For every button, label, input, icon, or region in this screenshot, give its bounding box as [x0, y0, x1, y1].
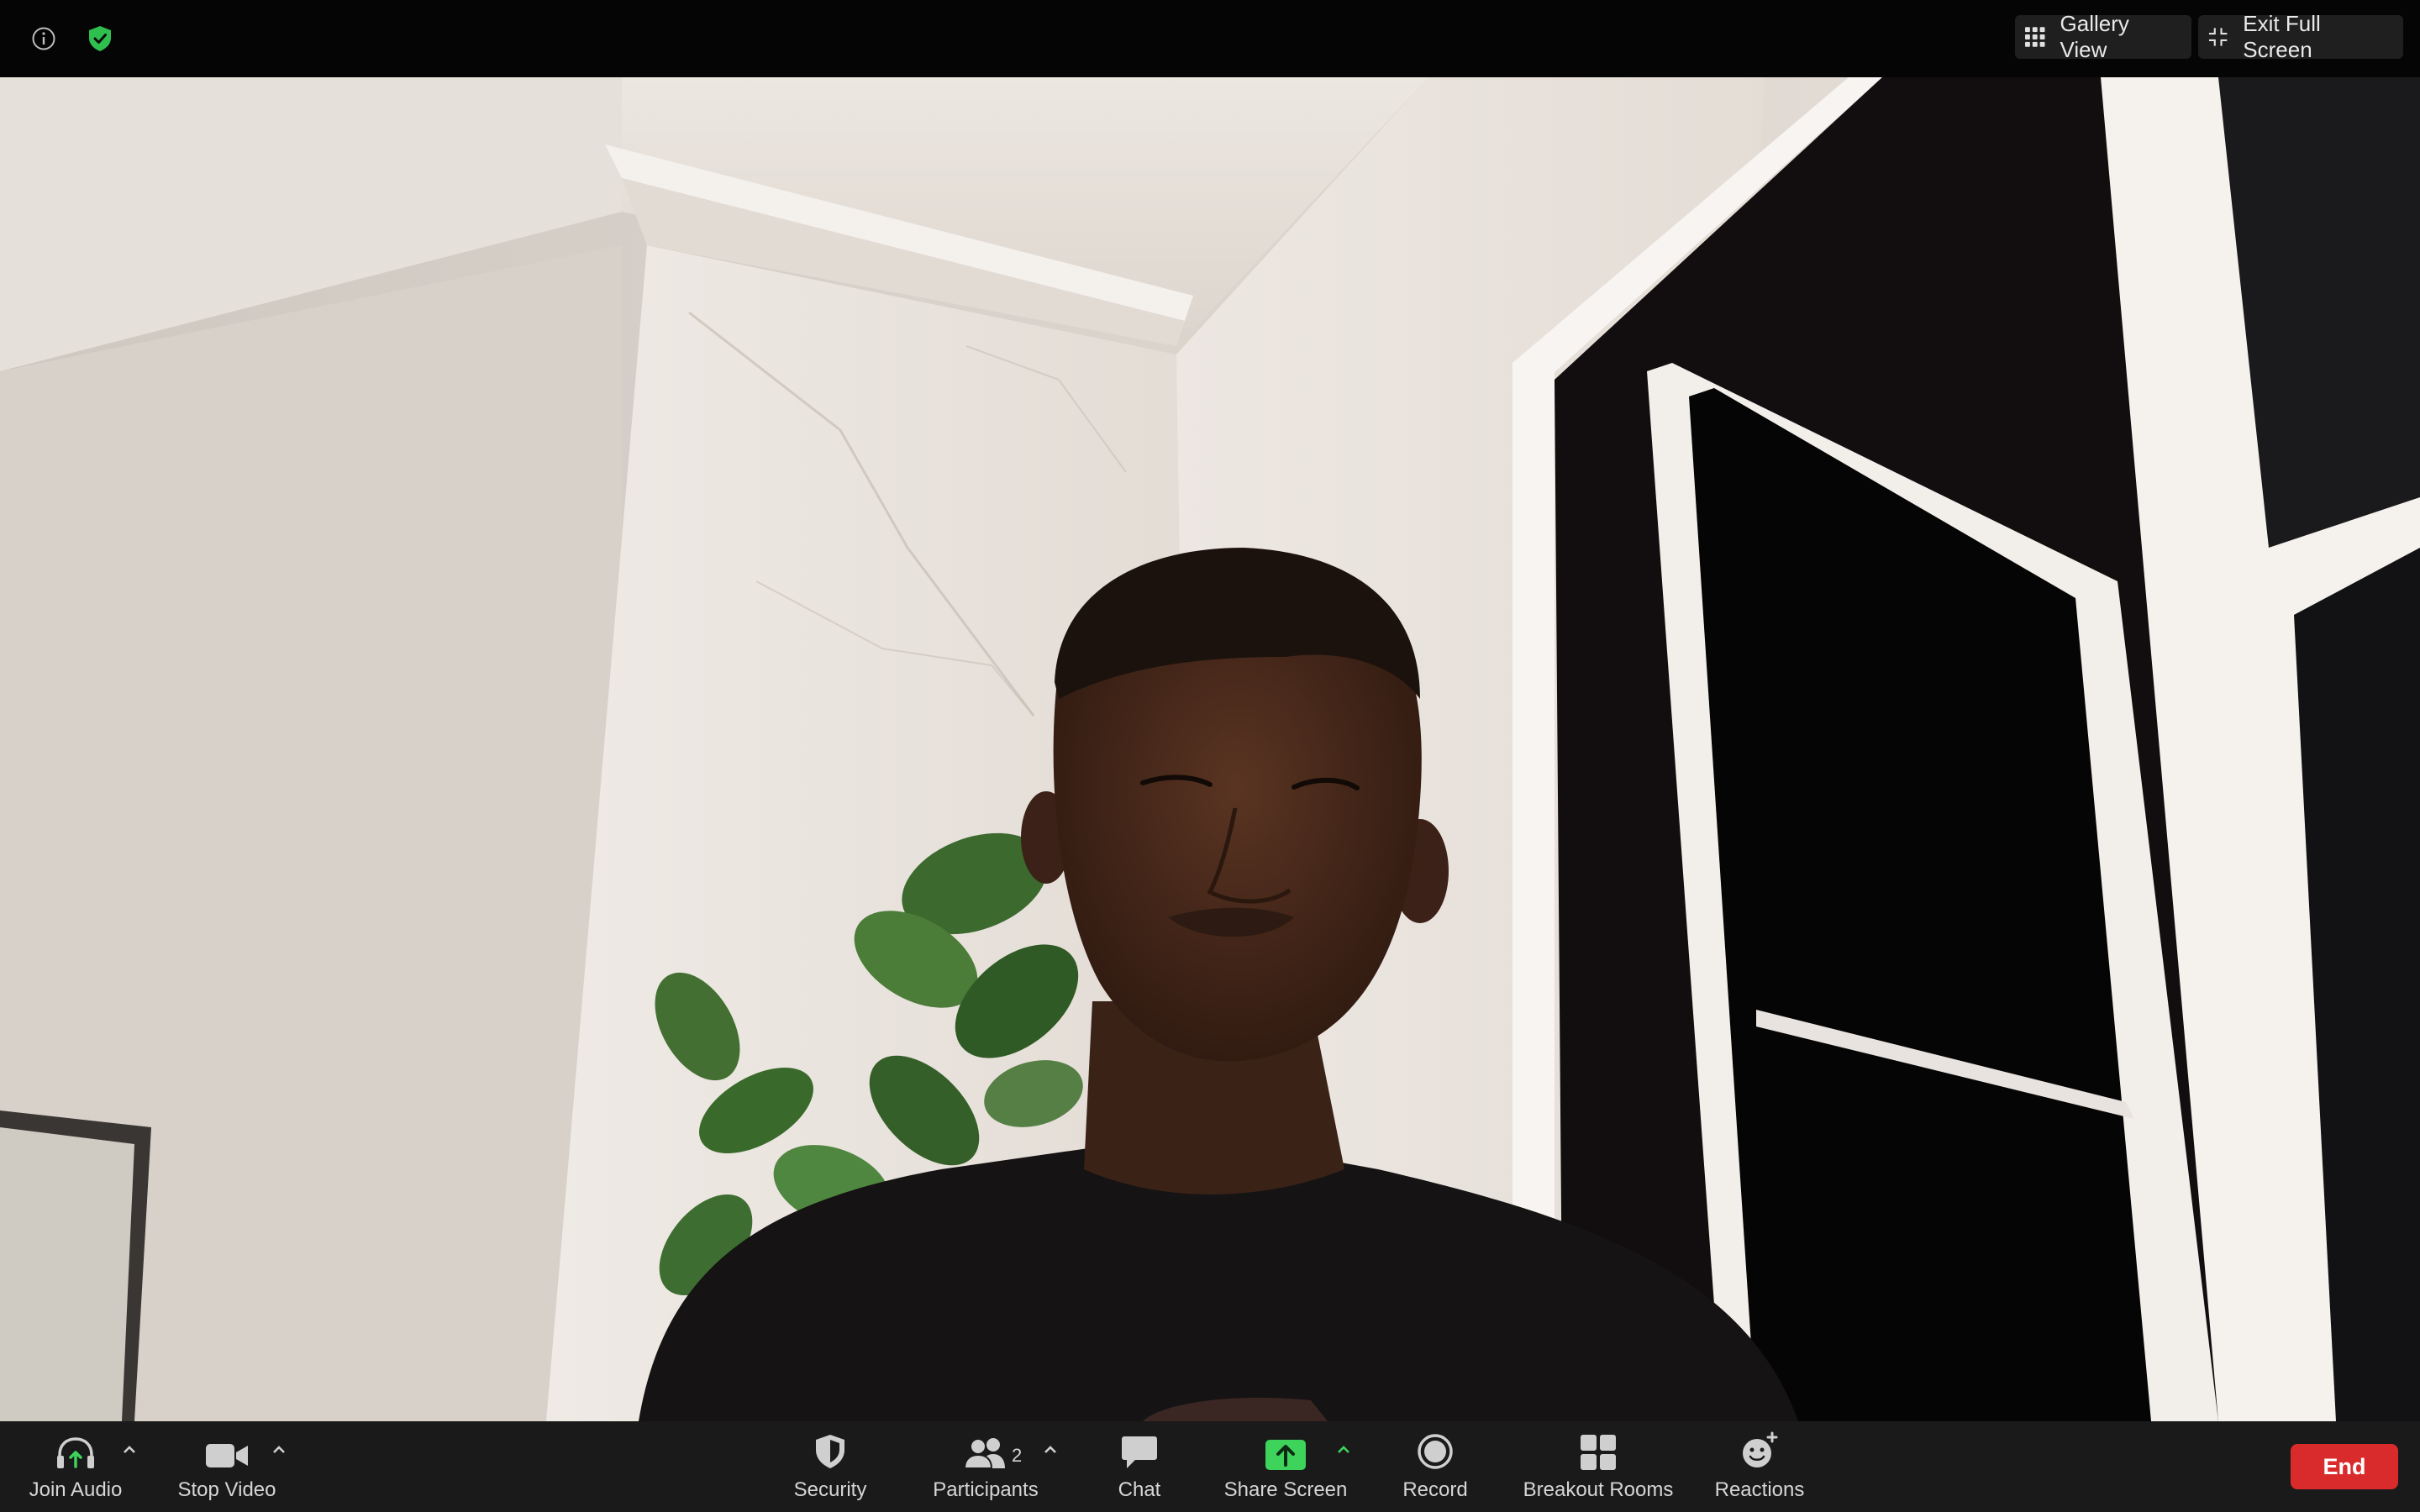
participants-label: Participants [933, 1478, 1039, 1501]
video-camera-icon [206, 1444, 248, 1467]
reactions-button[interactable]: Reactions [1712, 1421, 1807, 1512]
share-screen-options-chevron-up-icon[interactable] [1334, 1440, 1354, 1460]
participants-count-badge: 2 [1012, 1445, 1023, 1466]
participants-options-chevron-up-icon[interactable] [1040, 1440, 1060, 1460]
headphones-icon [57, 1437, 94, 1468]
join-audio-label: Join Audio [29, 1478, 123, 1501]
stop-video-button[interactable]: Stop Video [168, 1421, 286, 1512]
share-screen-label: Share Screen [1223, 1478, 1348, 1501]
record-button[interactable]: Record [1393, 1421, 1477, 1512]
participant-video-feed[interactable] [0, 77, 2420, 1421]
reactions-emoji-icon [1743, 1431, 1778, 1467]
breakout-rooms-icon [1581, 1435, 1616, 1470]
security-button[interactable]: Security [780, 1421, 881, 1512]
record-label: Record [1402, 1478, 1468, 1501]
top-bar: Gallery View Exit Full Screen [0, 0, 2420, 77]
chat-button[interactable]: Chat [1097, 1421, 1181, 1512]
exit-full-screen-button[interactable]: Exit Full Screen [2198, 11, 2403, 62]
stop-video-label: Stop Video [177, 1478, 276, 1501]
chat-bubble-icon [1122, 1436, 1157, 1468]
join-audio-button[interactable]: Join Audio [17, 1421, 134, 1512]
gallery-view-label: Gallery View [2060, 11, 2129, 62]
share-screen-icon [1265, 1440, 1306, 1470]
breakout-rooms-label: Breakout Rooms [1523, 1478, 1674, 1501]
shield-icon [816, 1435, 844, 1468]
reactions-label: Reactions [1714, 1478, 1805, 1501]
chat-label: Chat [1118, 1478, 1161, 1501]
share-screen-button[interactable]: Share Screen [1217, 1421, 1355, 1512]
breakout-rooms-button[interactable]: Breakout Rooms [1518, 1421, 1679, 1512]
meeting-toolbar: Join Audio Stop Video Security Participa… [0, 1421, 2420, 1512]
participants-icon [963, 1438, 1005, 1469]
record-icon [1418, 1434, 1453, 1469]
video-options-chevron-up-icon[interactable] [269, 1440, 289, 1460]
shield-check-icon[interactable] [80, 18, 120, 59]
end-meeting-button[interactable]: End [2291, 1444, 2398, 1489]
grid-icon [2025, 27, 2045, 47]
gallery-view-button[interactable]: Gallery View [2015, 11, 2191, 62]
participants-button[interactable]: Participants [923, 1421, 1049, 1512]
exit-full-screen-icon [2208, 28, 2228, 46]
security-label: Security [793, 1478, 867, 1501]
info-icon[interactable] [24, 18, 64, 59]
audio-options-chevron-up-icon[interactable] [119, 1440, 139, 1460]
exit-full-screen-label: Exit Full Screen [2243, 11, 2321, 62]
